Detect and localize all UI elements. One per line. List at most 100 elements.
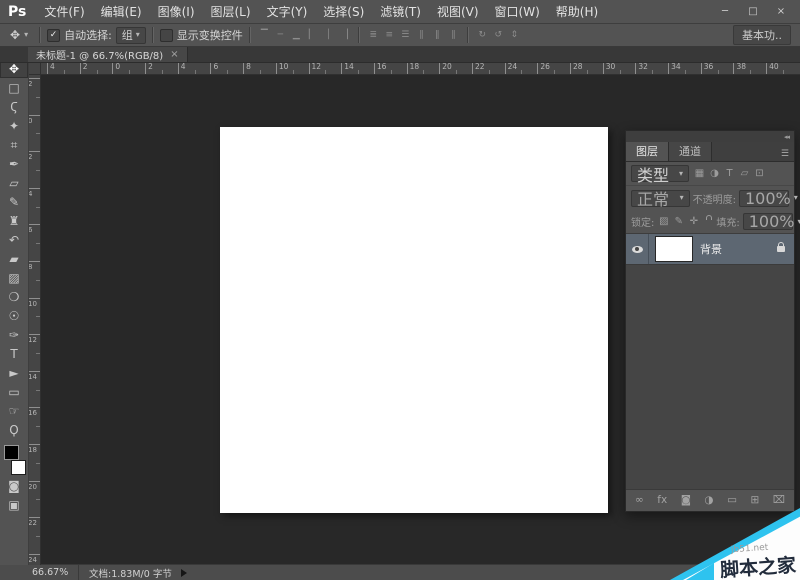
distribute-horizontal-centers-icon[interactable]: ‖ [430, 28, 445, 43]
spot-healing-brush-tool[interactable]: ▱ [0, 173, 28, 192]
menu-item[interactable]: 窗口(W) [487, 3, 548, 20]
align-left-edges-icon[interactable]: ▏ [305, 28, 320, 43]
pen-tool[interactable]: ✑ [0, 325, 28, 344]
align-bottom-edges-icon[interactable]: ▁ [289, 28, 304, 43]
close-button[interactable]: × [768, 4, 794, 20]
opacity-dropdown[interactable]: 100% ▾ [739, 190, 789, 207]
ruler-number: 10 [28, 298, 40, 335]
layer-name[interactable]: 背景 [700, 241, 777, 257]
eyedropper-tool[interactable]: ✒ [0, 154, 28, 173]
add-layer-mask-icon[interactable]: ◙ [681, 495, 691, 506]
lock-position-icon[interactable]: ✛ [687, 217, 700, 227]
collapse-dock-icon[interactable]: ◂◂ [784, 133, 789, 141]
blur-tool[interactable]: ❍ [0, 287, 28, 306]
3d-drag-icon[interactable]: ⇕ [507, 28, 522, 43]
3d-rotate-icon[interactable]: ↻ [475, 28, 490, 43]
lock-image-pixels-icon[interactable]: ✎ [672, 217, 685, 227]
distribute-right-edges-icon[interactable]: ∥ [446, 28, 461, 43]
opacity-label: 不透明度: [693, 191, 736, 206]
tab-channels[interactable]: 通道 [669, 142, 712, 161]
shape-tool[interactable]: ▭ [0, 382, 28, 401]
fill-dropdown[interactable]: 100% ▾ [743, 213, 793, 230]
eraser-tool[interactable]: ▰ [0, 249, 28, 268]
filter-shape-layers-icon[interactable]: ▱ [738, 169, 751, 179]
crop-tool[interactable]: ⌗ [0, 135, 28, 154]
document-canvas[interactable] [220, 127, 608, 513]
layer-style-icon[interactable]: fx [657, 495, 667, 506]
link-layers-icon[interactable]: ∞ [635, 495, 644, 506]
lasso-tool[interactable]: Ϛ [0, 97, 28, 116]
menu-item[interactable]: 图层(L) [203, 3, 259, 20]
auto-select-checkbox[interactable]: ✓ 自动选择: [47, 27, 112, 43]
distribute-bottom-edges-icon[interactable]: ☰ [398, 28, 413, 43]
menu-item[interactable]: 编辑(E) [93, 3, 150, 20]
lock-transparent-pixels-icon[interactable]: ▨ [657, 217, 670, 227]
document-tab[interactable]: 未标题-1 @ 66.7%(RGB/8) × [28, 47, 188, 62]
horizontal-ruler[interactable]: 420246810121416182022242628303234363840 [40, 62, 800, 75]
ruler-origin-corner[interactable] [28, 62, 41, 75]
ruler-number: 24 [28, 554, 40, 565]
menu-item[interactable]: 图像(I) [150, 3, 203, 20]
rectangular-marquee-tool[interactable]: □ [0, 78, 28, 97]
delete-layer-icon[interactable]: ⌧ [773, 495, 785, 506]
menu-item[interactable]: 文件(F) [36, 3, 92, 20]
status-menu-arrow-icon[interactable] [181, 569, 187, 577]
auto-select-target-dropdown[interactable]: 组 ▾ [116, 27, 146, 44]
minimize-button[interactable]: ─ [712, 4, 738, 20]
show-transform-label: 显示变换控件 [177, 27, 243, 43]
layer-thumbnail[interactable] [655, 236, 693, 262]
document-info[interactable]: 文档:1.83M/0 字节 [79, 566, 178, 580]
align-horizontal-centers-icon[interactable]: │ [321, 28, 336, 43]
menu-item[interactable]: 选择(S) [315, 3, 372, 20]
tool-preset-button[interactable]: ✥ ▾ [5, 27, 33, 43]
history-brush-tool[interactable]: ↶ [0, 230, 28, 249]
background-color-swatch[interactable] [11, 460, 26, 475]
blend-mode-dropdown[interactable]: 正常 ▾ [631, 190, 690, 207]
3d-roll-icon[interactable]: ↺ [491, 28, 506, 43]
align-top-edges-icon[interactable]: ▔ [257, 28, 272, 43]
type-tool[interactable]: T [0, 344, 28, 363]
filter-type-dropdown[interactable]: 类型 ▾ [631, 165, 689, 182]
vertical-ruler[interactable]: 2024681012141618202224 [28, 74, 41, 565]
panel-menu-icon[interactable]: ☰ [776, 149, 794, 161]
distribute-top-edges-icon[interactable]: ≣ [366, 28, 381, 43]
workspace-switcher[interactable]: 基本功.. [733, 25, 791, 45]
filter-pixel-layers-icon[interactable]: ▦ [693, 169, 706, 179]
new-adjustment-layer-icon[interactable]: ◑ [704, 495, 713, 506]
zoom-tool[interactable]: Ϙ [0, 420, 28, 439]
layer-filter-row: 类型 ▾ ▦◑T▱⊡ [626, 162, 794, 186]
menu-item[interactable]: 视图(V) [429, 3, 487, 20]
quick-selection-tool[interactable]: ✦ [0, 116, 28, 135]
maximize-button[interactable]: □ [740, 4, 766, 20]
foreground-color-swatch[interactable] [4, 445, 19, 460]
layer-visibility-toggle[interactable] [626, 234, 649, 264]
menu-item[interactable]: 帮助(H) [548, 3, 606, 20]
gradient-tool[interactable]: ▨ [0, 268, 28, 287]
distribute-left-edges-icon[interactable]: ∥ [414, 28, 429, 43]
quick-mask-button[interactable]: ◙ [0, 476, 28, 495]
distribute-icon-group: ≣≡☰∥‖∥ [366, 28, 461, 43]
hand-tool[interactable]: ☞ [0, 401, 28, 420]
clone-stamp-tool[interactable]: ♜ [0, 211, 28, 230]
zoom-level-field[interactable]: 66.67% [32, 565, 79, 580]
filter-adjustment-layers-icon[interactable]: ◑ [708, 169, 721, 179]
dodge-tool[interactable]: ☉ [0, 306, 28, 325]
show-transform-checkbox[interactable]: 显示变换控件 [160, 27, 243, 43]
tab-layers[interactable]: 图层 [626, 142, 669, 161]
filter-smart-objects-icon[interactable]: ⊡ [753, 169, 766, 179]
menu-item[interactable]: 滤镜(T) [372, 3, 429, 20]
opacity-value: 100% [745, 189, 791, 208]
ruler-number: 18 [407, 62, 440, 74]
filter-type-layers-icon[interactable]: T [723, 169, 736, 179]
close-tab-icon[interactable]: × [170, 49, 178, 60]
path-selection-tool[interactable]: ► [0, 363, 28, 382]
align-right-edges-icon[interactable]: ▕ [337, 28, 352, 43]
menu-item[interactable]: 文字(Y) [259, 3, 316, 20]
layer-row-background[interactable]: 背景 [626, 234, 794, 265]
new-group-icon[interactable]: ▭ [727, 495, 737, 506]
brush-tool[interactable]: ✎ [0, 192, 28, 211]
new-layer-icon[interactable]: ⊞ [751, 495, 760, 506]
screen-mode-button[interactable]: ▣ [0, 495, 28, 514]
align-vertical-centers-icon[interactable]: ─ [273, 28, 288, 43]
distribute-vertical-centers-icon[interactable]: ≡ [382, 28, 397, 43]
